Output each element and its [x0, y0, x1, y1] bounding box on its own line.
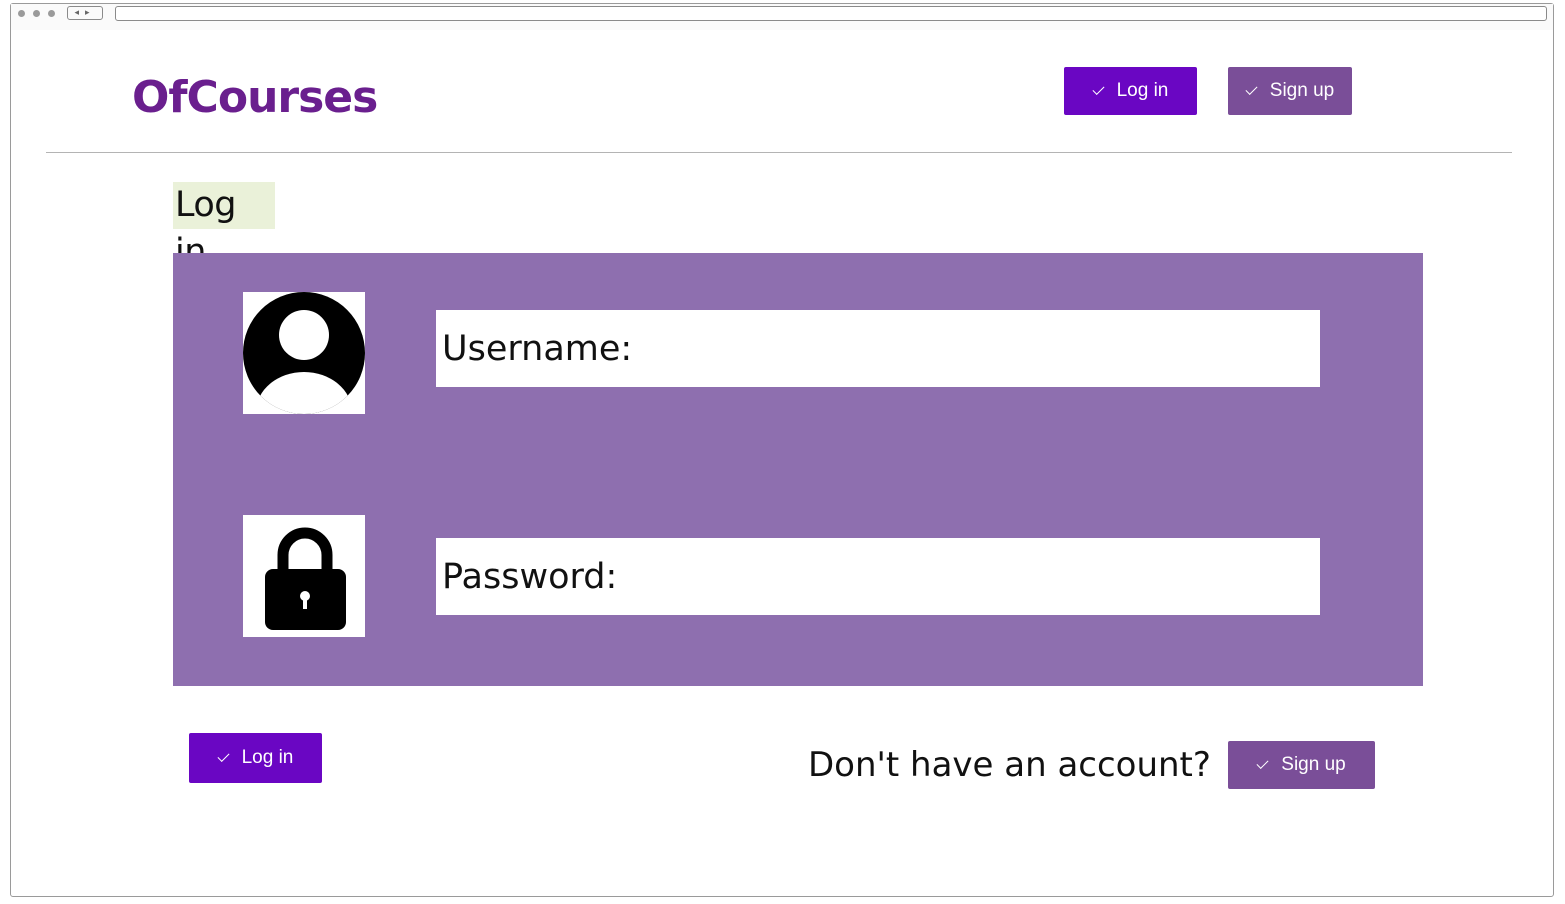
header-divider [46, 152, 1512, 153]
login-submit-label: Log in [241, 747, 294, 768]
check-icon [1092, 82, 1105, 95]
header-signup-button[interactable]: Sign up [1228, 67, 1352, 115]
header-signup-label: Sign up [1269, 80, 1335, 101]
signup-button-label: Sign up [1281, 754, 1346, 775]
check-icon [1245, 82, 1258, 95]
browser-window: ◂▸ OfCourses Log in Sign up Log in Usern… [10, 3, 1554, 897]
address-bar[interactable] [115, 6, 1547, 21]
user-avatar-icon [243, 292, 365, 414]
username-field[interactable]: Username: [436, 310, 1320, 387]
window-dot-icon [48, 10, 55, 17]
check-icon [1256, 756, 1269, 769]
signup-prompt: Don't have an account? [808, 745, 1211, 785]
username-label: Username: [442, 328, 633, 369]
login-form-panel: Username: Password: [173, 253, 1423, 686]
check-icon [217, 749, 230, 762]
window-dot-icon [33, 10, 40, 17]
signup-button[interactable]: Sign up [1228, 741, 1375, 789]
password-field[interactable]: Password: [436, 538, 1320, 615]
window-dot-icon [18, 10, 25, 17]
lock-icon [243, 515, 365, 637]
browser-toolbar: ◂▸ [11, 4, 1553, 30]
page-title: Log in [173, 182, 275, 272]
login-submit-button[interactable]: Log in [189, 733, 322, 783]
back-forward-icon[interactable]: ◂▸ [67, 6, 103, 20]
brand-logo[interactable]: OfCourses [132, 68, 378, 128]
header-login-button[interactable]: Log in [1064, 67, 1197, 115]
password-label: Password: [442, 556, 618, 597]
header-login-label: Log in [1116, 80, 1169, 101]
